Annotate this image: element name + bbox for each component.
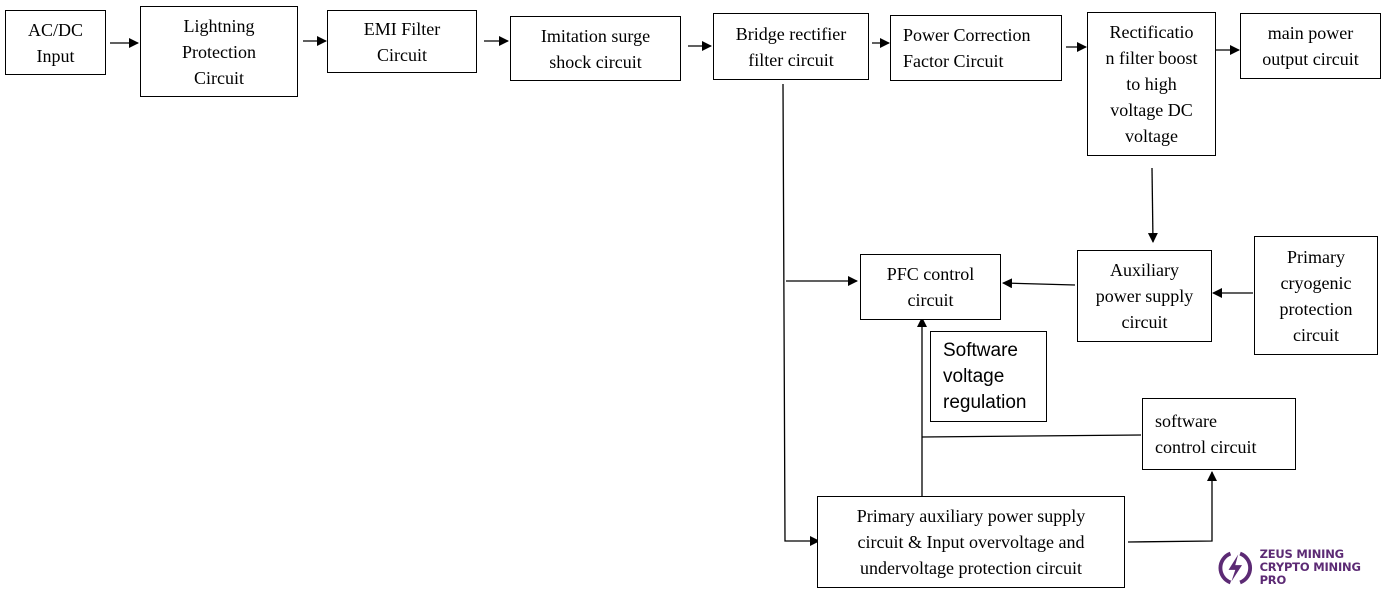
edge-primaux-to-swctl	[1127, 471, 1217, 543]
node-main-power-output: main power output circuit	[1240, 13, 1381, 79]
lightning-bolt-icon	[1218, 551, 1253, 584]
node-software-control: software control circuit	[1142, 398, 1296, 470]
node-software-voltage-regulation: Software voltage regulation	[930, 331, 1047, 422]
node-auxiliary-power-supply: Auxiliary power supply circuit	[1077, 250, 1212, 342]
edge-swctl-to-trunk	[921, 434, 1142, 438]
edge-aux-to-pfcctl	[1002, 278, 1076, 289]
node-emi-filter: EMI Filter Circuit	[327, 10, 477, 73]
node-surge-shock: Imitation surge shock circuit	[510, 16, 681, 81]
node-pfc-control: PFC control circuit	[860, 254, 1001, 320]
zeus-mining-logo: ZEUS MINING CRYPTO MINING PRO	[1217, 548, 1386, 587]
edge-boost-to-aux	[1147, 167, 1158, 243]
logo-line-2: CRYPTO MINING PRO	[1259, 560, 1361, 587]
node-power-correction: Power Correction Factor Circuit	[890, 15, 1062, 81]
node-primary-auxiliary-power-supply: Primary auxiliary power supply circuit &…	[817, 496, 1125, 588]
node-lightning-protection: Lightning Protection Circuit	[140, 6, 298, 97]
node-acdc-input: AC/DC Input	[5, 10, 106, 75]
block-diagram: AC/DC Input Lightning Protection Circuit…	[0, 0, 1386, 595]
node-rectification-boost: Rectificatio n filter boost to high volt…	[1087, 12, 1216, 156]
node-primary-cryogenic-protection: Primary cryogenic protection circuit	[1254, 236, 1378, 355]
edge-bridge-trunk	[782, 83, 820, 546]
node-bridge-rectifier: Bridge rectifier filter circuit	[713, 13, 869, 80]
